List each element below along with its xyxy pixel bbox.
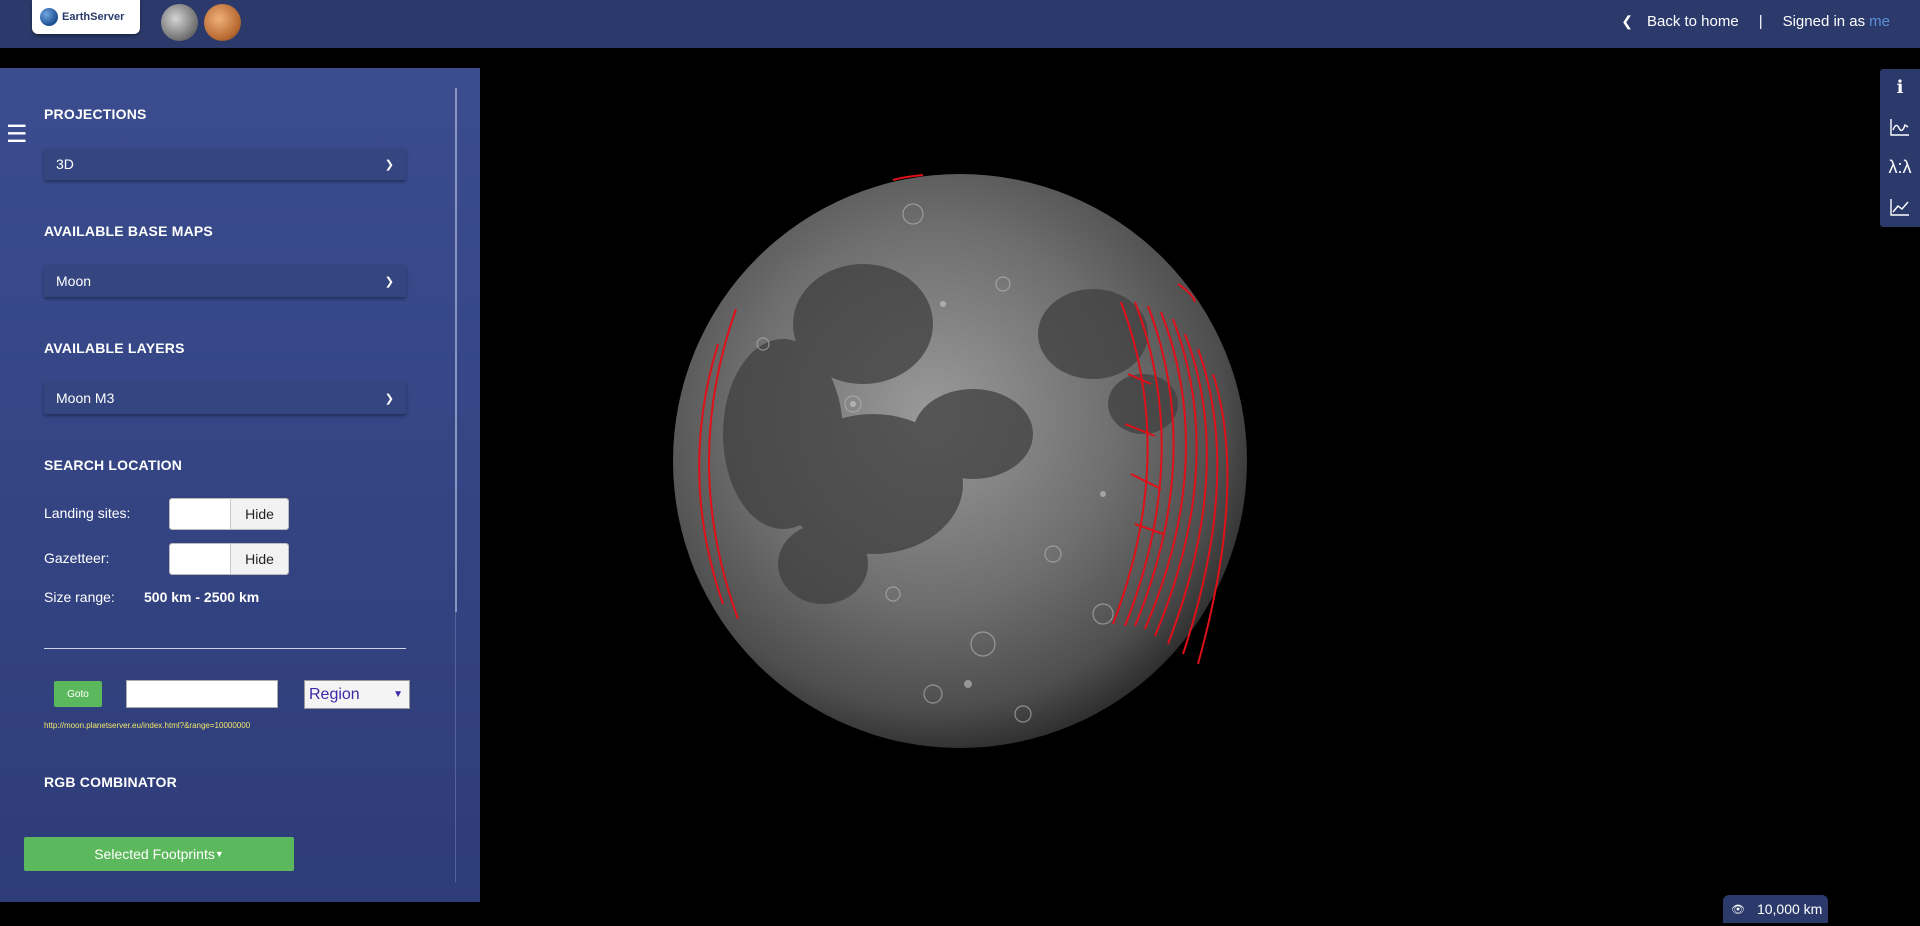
search-location-title: SEARCH LOCATION [44,457,183,473]
sidebar: ☰ PROJECTIONS 3D ❯ AVAILABLE BASE MAPS M… [0,68,480,902]
info-icon[interactable]: ℹ [1886,73,1914,101]
region-value: Region [309,685,360,703]
triangle-down-icon: ▼ [393,689,403,700]
mars-selector-icon[interactable] [204,4,241,41]
gazetteer-label: Gazetteer: [44,550,110,566]
toggle-off-area[interactable] [170,544,230,574]
selected-footprints-button[interactable]: Selected Footprints ▼ [24,837,294,871]
base-maps-select[interactable]: Moon ❯ [44,265,406,297]
landing-sites-label: Landing sites: [44,505,131,521]
nav-right: ❮ Back to home | Signed in as me [1621,13,1890,30]
sidebar-scrollbar[interactable] [455,88,457,612]
size-range-slider[interactable] [44,648,406,649]
moon-globe[interactable] [673,174,1247,748]
chevron-down-icon: ❯ [384,275,394,288]
gazetteer-hide[interactable]: Hide [230,544,288,574]
eye-icon: 👁 [1731,903,1745,916]
rgb-combinator-title: RGB COMBINATOR [44,774,177,790]
gazetteer-toggle[interactable]: Hide [169,543,289,575]
chevron-down-icon: ❯ [384,392,394,405]
goto-button[interactable]: Goto [54,681,102,707]
chevron-down-icon: ❯ [384,158,394,171]
ratio-icon[interactable]: λ:λ [1886,153,1914,181]
projections-value: 3D [56,156,74,172]
user-link[interactable]: me [1869,13,1890,30]
moon-globe-svg [673,174,1247,748]
layers-select[interactable]: Moon M3 ❯ [44,382,406,414]
landing-sites-toggle[interactable]: Hide [169,498,289,530]
landing-sites-hide[interactable]: Hide [230,499,288,529]
projections-select[interactable]: 3D ❯ [44,148,406,180]
sidebar-scroll-track [455,612,456,882]
size-range-value: 500 km - 2500 km [144,589,260,605]
base-maps-value: Moon [56,273,92,289]
hamburger-icon[interactable]: ☰ [6,120,28,149]
projections-title: PROJECTIONS [44,106,147,122]
earthserver-logo[interactable]: EarthServer [32,0,140,34]
base-maps-title: AVAILABLE BASE MAPS [44,223,213,239]
signed-in-label: Signed in as [1782,13,1866,30]
right-toolbar: ℹ λ:λ [1880,69,1920,227]
goto-input[interactable] [126,680,278,708]
region-select[interactable]: Region ▼ [304,680,410,709]
spectrum-icon[interactable] [1886,113,1914,141]
caret-down-icon: ▼ [214,849,224,859]
nav-separator: | [1758,13,1763,30]
camera-range-badge: 👁 10,000 km [1723,895,1828,923]
back-to-home-link[interactable]: Back to home [1647,13,1739,30]
layers-title: AVAILABLE LAYERS [44,340,185,356]
layers-value: Moon M3 [56,390,115,406]
share-url[interactable]: http://moon.planetserver.eu/index.html?&… [44,721,250,730]
size-range-label: Size range: [44,589,115,605]
line-chart-icon[interactable] [1886,193,1914,221]
range-value: 10,000 km [1756,901,1823,917]
logo-text: EarthServer [62,11,125,23]
moon-selector-icon[interactable] [161,4,198,41]
top-navbar: EarthServer ❮ Back to home | Signed in a… [0,0,1920,48]
footprints-label: Selected Footprints [94,846,215,862]
chevron-left-icon: ❮ [1621,13,1633,29]
globe-logo-icon [40,8,58,26]
toggle-off-area[interactable] [170,499,230,529]
